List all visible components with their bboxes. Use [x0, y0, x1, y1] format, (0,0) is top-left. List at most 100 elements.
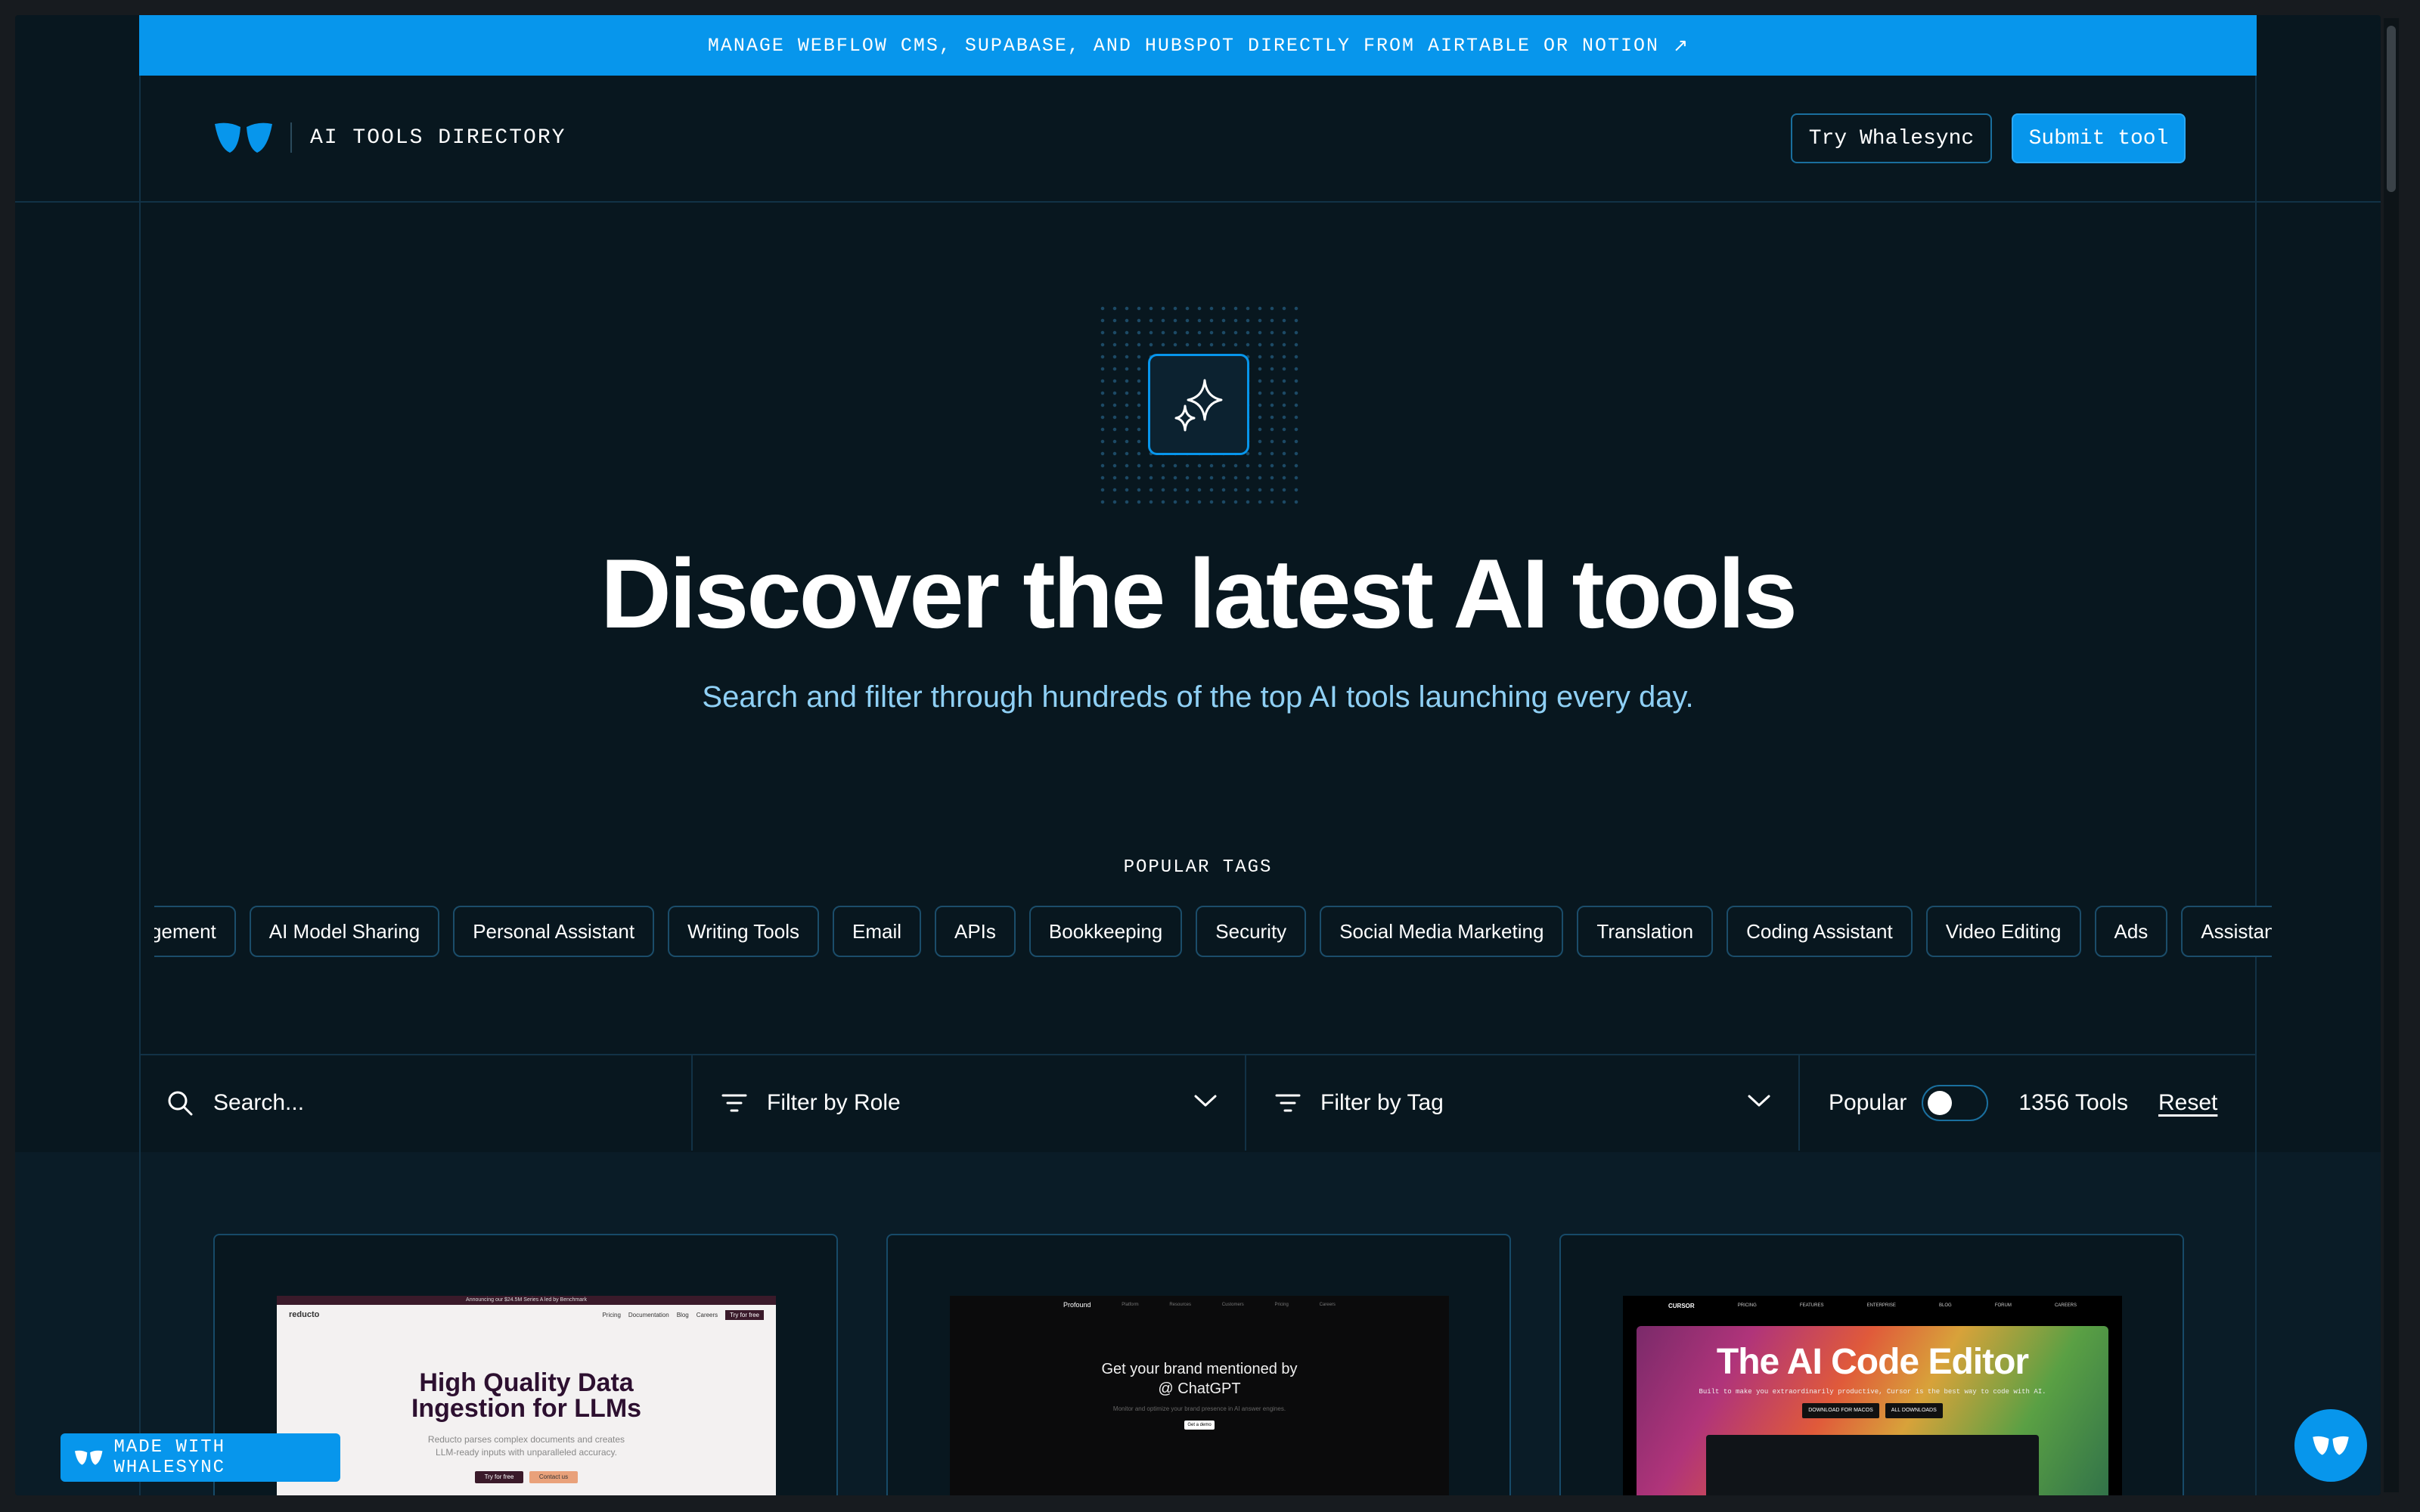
- tag-chip[interactable]: Writing Tools: [668, 906, 819, 957]
- tag-chip[interactable]: Social Media Marketing: [1320, 906, 1564, 957]
- filter-by-role-label: Filter by Role: [767, 1090, 901, 1115]
- shot-nav-item: Pricing: [602, 1311, 621, 1318]
- whale-logo-icon: [215, 122, 272, 153]
- page-title: Discover the latest AI tools: [600, 538, 1798, 649]
- scrollbar-thumb[interactable]: [2387, 26, 2396, 192]
- search-input[interactable]: Search...: [213, 1090, 304, 1116]
- filter-icon: [721, 1094, 747, 1112]
- tag-chip[interactable]: Coding Assistant: [1727, 906, 1913, 957]
- shot-brand: reducto: [289, 1310, 320, 1319]
- shot-nav-item: PRICING: [1737, 1303, 1757, 1308]
- filter-by-tag-dropdown[interactable]: Filter by Tag: [1246, 1055, 1800, 1151]
- chevron-down-icon: [1748, 1095, 1770, 1107]
- shot-editor-preview: [1706, 1435, 2039, 1495]
- tag-chip[interactable]: Translation: [1577, 906, 1714, 957]
- made-with-text: MADE WITH WHALESYNC: [113, 1437, 226, 1478]
- filter-controls: Popular 1356 Tools Reset: [1800, 1055, 2257, 1151]
- tool-card[interactable]: Profound Platform Resources Customers Pr…: [886, 1234, 1511, 1495]
- shot-nav-item: Try for free: [725, 1309, 764, 1320]
- shot-headline: The AI Code Editor: [1716, 1342, 2029, 1382]
- shot-headline-line: Get your brand mentioned by: [1101, 1361, 1298, 1377]
- shot-headline-line: High Quality Data: [419, 1368, 634, 1397]
- submit-tool-button[interactable]: Submit tool: [2012, 113, 2186, 163]
- tag-chip[interactable]: Assistant: [2181, 906, 2272, 957]
- logo-text: AI TOOLS DIRECTORY: [310, 125, 566, 150]
- shot-nav: Profound Platform Resources Customers Pr…: [950, 1296, 1449, 1314]
- search-field[interactable]: Search...: [139, 1055, 693, 1151]
- tag-chip[interactable]: Bookkeeping: [1028, 906, 1183, 957]
- reset-link[interactable]: Reset: [2158, 1090, 2217, 1116]
- shot-buttons: DOWNLOAD FOR MACOS ALL DOWNLOADS: [1623, 1403, 2122, 1418]
- shot-cta: Contact us: [529, 1470, 578, 1483]
- tag-chip[interactable]: AI Model Sharing: [249, 906, 440, 957]
- tool-count: 1356 Tools: [2018, 1090, 2128, 1115]
- shot-headline: Get your brand mentioned by @ ChatGPT: [950, 1359, 1449, 1399]
- site-header: AI TOOLS DIRECTORY Try Whalesync Submit …: [139, 76, 2257, 203]
- external-arrow-icon: ↗: [1673, 35, 1689, 56]
- toggle-knob: [1928, 1091, 1953, 1115]
- guide-line-right-lower: [2255, 1152, 2257, 1495]
- banner-text: MANAGE WEBFLOW CMS, SUPABASE, AND HUBSPO…: [707, 34, 1660, 57]
- try-whalesync-button[interactable]: Try Whalesync: [1791, 113, 1992, 163]
- shot-announcement: Announcing our $24.5M Series A led by Be…: [277, 1296, 776, 1305]
- logo-separator: [290, 122, 292, 153]
- popular-tags-carousel: Management AI Model Sharing Personal Assis…: [154, 906, 2272, 959]
- scrollbar[interactable]: [2384, 18, 2399, 1492]
- tag-chip[interactable]: Security: [1196, 906, 1307, 957]
- shot-headline: High Quality Data Ingestion for LLMs: [277, 1370, 776, 1421]
- shot-body-line: Reducto parses complex documents and cre…: [427, 1434, 625, 1445]
- shot-brand: Profound: [1063, 1301, 1091, 1309]
- tag-chip[interactable]: Email: [832, 906, 921, 957]
- shot-nav-item: Platform: [1122, 1303, 1139, 1307]
- tool-screenshot: Profound Platform Resources Customers Pr…: [950, 1296, 1449, 1495]
- shot-cta: DOWNLOAD FOR MACOS: [1802, 1403, 1879, 1418]
- whale-logo-icon: [74, 1450, 103, 1465]
- shot-nav: reducto Pricing Documentation Blog Caree…: [277, 1305, 776, 1325]
- shot-nav-item: Careers: [1319, 1303, 1336, 1307]
- popular-toggle[interactable]: [1922, 1085, 1989, 1121]
- filter-bar: Search... Filter by Role Filter by Tag P…: [139, 1055, 2257, 1151]
- shot-nav-item: BLOG: [1939, 1303, 1952, 1308]
- browser-viewport: MANAGE WEBFLOW CMS, SUPABASE, AND HUBSPO…: [15, 15, 2381, 1495]
- filter-by-role-dropdown[interactable]: Filter by Role: [693, 1055, 1246, 1151]
- tag-chip[interactable]: Personal Assistant: [453, 906, 655, 957]
- search-icon: [168, 1091, 193, 1116]
- shot-brand: CURSOR: [1668, 1302, 1695, 1309]
- shot-cta: Try for free: [475, 1470, 523, 1483]
- announcement-banner[interactable]: MANAGE WEBFLOW CMS, SUPABASE, AND HUBSPO…: [139, 15, 2257, 76]
- tool-screenshot: Announcing our $24.5M Series A led by Be…: [277, 1296, 776, 1495]
- shot-body-line: LLM-ready inputs with unparalleled accur…: [436, 1446, 617, 1458]
- shot-nav-item: FORUM: [1994, 1303, 2012, 1308]
- shot-nav: CURSOR PRICING FEATURES ENTERPRISE BLOG …: [1623, 1296, 2122, 1315]
- shot-nav-item: Careers: [696, 1311, 718, 1318]
- shot-headline-line: Ingestion for LLMs: [411, 1394, 642, 1423]
- tool-screenshot: CURSOR PRICING FEATURES ENTERPRISE BLOG …: [1623, 1296, 2122, 1495]
- filter-by-tag-label: Filter by Tag: [1320, 1090, 1444, 1115]
- logo-link[interactable]: AI TOOLS DIRECTORY: [213, 121, 566, 154]
- popular-label: Popular: [1829, 1090, 1907, 1115]
- shot-nav-item: Documentation: [628, 1311, 669, 1318]
- shot-body: Built to make you extraordinarily produc…: [1699, 1388, 2046, 1396]
- popular-tags-heading: POPULAR TAGS: [1123, 857, 1273, 878]
- tags-row: Management AI Model Sharing Personal Assis…: [154, 906, 2272, 957]
- shot-nav-item: FEATURES: [1799, 1303, 1824, 1308]
- shot-body: Reducto parses complex documents and cre…: [277, 1433, 776, 1459]
- tag-chip[interactable]: APIs: [935, 906, 1016, 957]
- chevron-down-icon: [1194, 1095, 1217, 1107]
- shot-body: Monitor and optimize your brand presence…: [1112, 1405, 1286, 1412]
- shot-nav-item: Blog: [676, 1311, 689, 1318]
- tag-chip[interactable]: Video Editing: [1925, 906, 2081, 957]
- shot-nav-item: Resources: [1169, 1303, 1192, 1307]
- filter-icon: [1275, 1094, 1301, 1112]
- chat-widget-button[interactable]: [2294, 1409, 2367, 1482]
- shot-nav-item: ENTERPRISE: [1866, 1303, 1896, 1308]
- tool-card[interactable]: CURSOR PRICING FEATURES ENTERPRISE BLOG …: [1559, 1234, 2184, 1495]
- whale-logo-icon: [2313, 1436, 2349, 1455]
- shot-nav-item: Pricing: [1274, 1303, 1289, 1307]
- shot-nav-item: CAREERS: [2054, 1303, 2077, 1308]
- sparkles-icon: [1148, 354, 1249, 455]
- tag-chip[interactable]: Management: [154, 906, 236, 957]
- shot-cta: ALL DOWNLOADS: [1885, 1403, 1943, 1418]
- tag-chip[interactable]: Ads: [2094, 906, 2168, 957]
- made-with-whalesync-badge[interactable]: MADE WITH WHALESYNC: [60, 1433, 340, 1482]
